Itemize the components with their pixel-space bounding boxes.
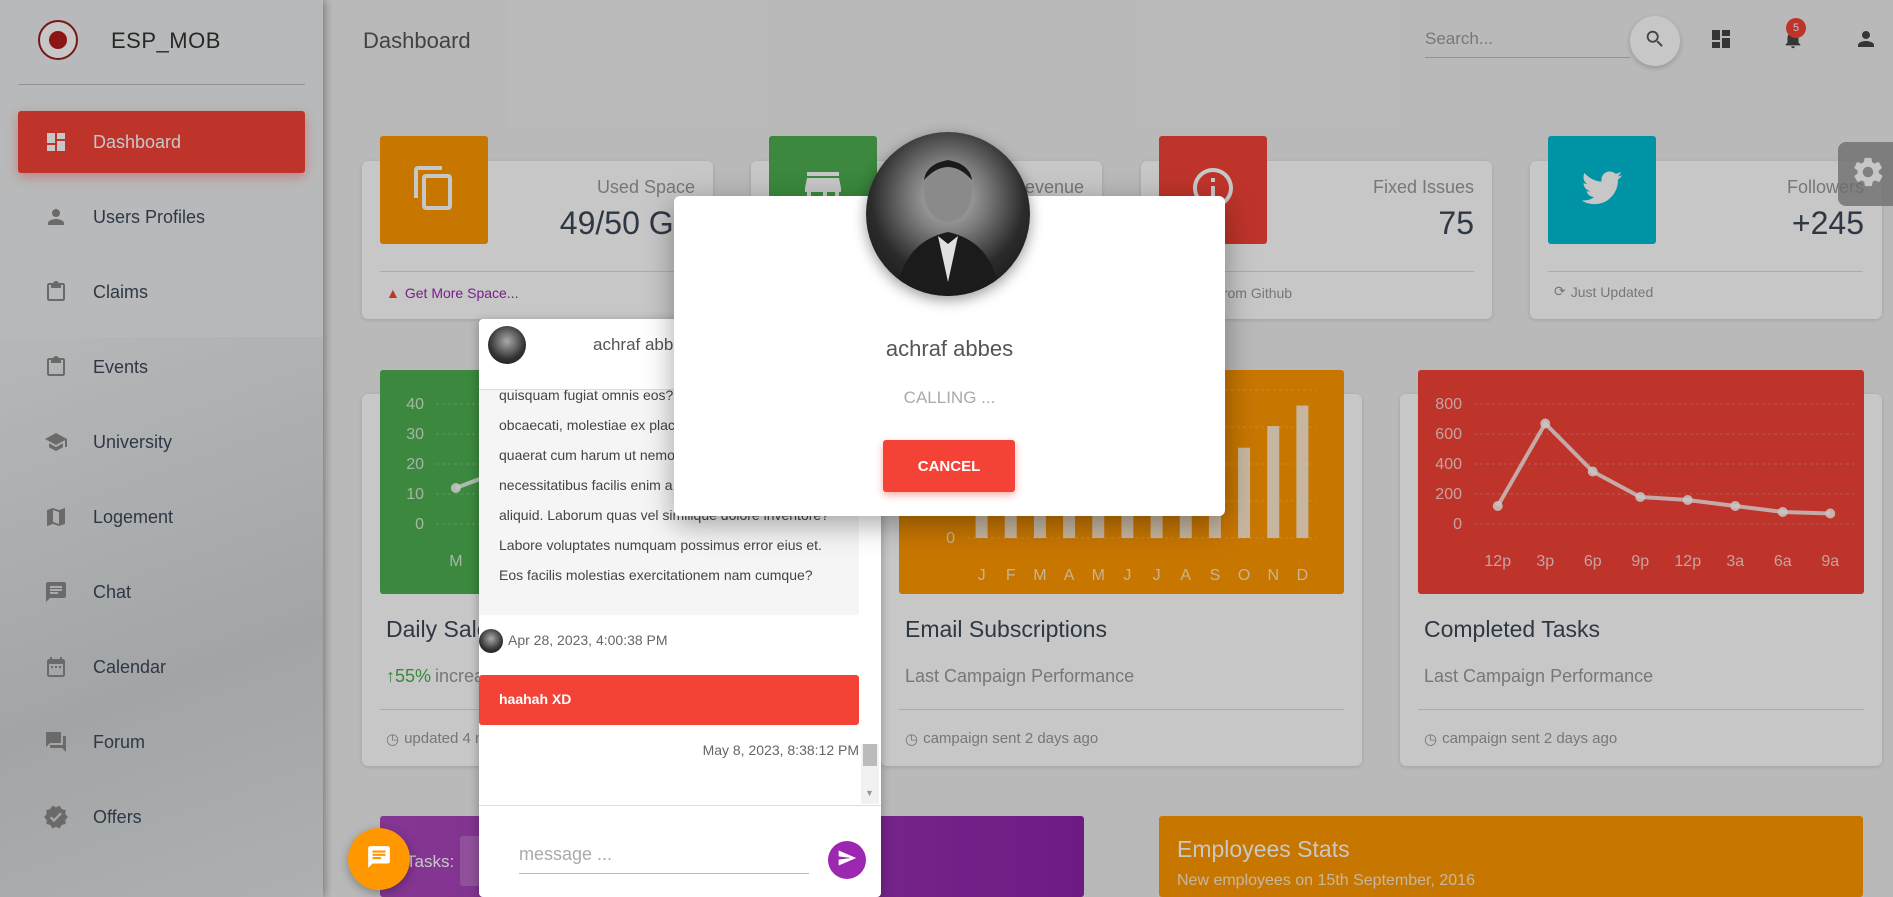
- sender-avatar: [479, 629, 503, 653]
- chat-contact-avatar: [488, 326, 526, 364]
- sent-message: haahah XD: [479, 675, 859, 725]
- message-line: Eos facilis molestias exercitationem nam…: [499, 567, 813, 583]
- caller-avatar: [866, 132, 1030, 296]
- caller-name: achraf abbes: [885, 336, 1014, 361]
- send-icon: [837, 848, 857, 873]
- chat-scrollbar[interactable]: ▼: [861, 744, 879, 804]
- chat-fab-button[interactable]: [348, 828, 410, 890]
- message-input[interactable]: message ...: [519, 844, 809, 874]
- caller-portrait: [896, 160, 1000, 296]
- message-timestamp: Apr 28, 2023, 4:00:38 PM: [508, 632, 668, 648]
- chat-icon: [366, 844, 392, 875]
- call-status: CALLING ...: [903, 388, 996, 407]
- message-timestamp: May 8, 2023, 8:38:12 PM: [702, 742, 859, 758]
- scroll-down-arrow[interactable]: ▼: [865, 788, 874, 798]
- message-line: Labore voluptates numquam possimus error…: [499, 537, 822, 553]
- cancel-call-button[interactable]: CANCEL: [883, 440, 1015, 492]
- scrollbar-thumb[interactable]: [863, 744, 877, 766]
- send-button[interactable]: [828, 841, 866, 879]
